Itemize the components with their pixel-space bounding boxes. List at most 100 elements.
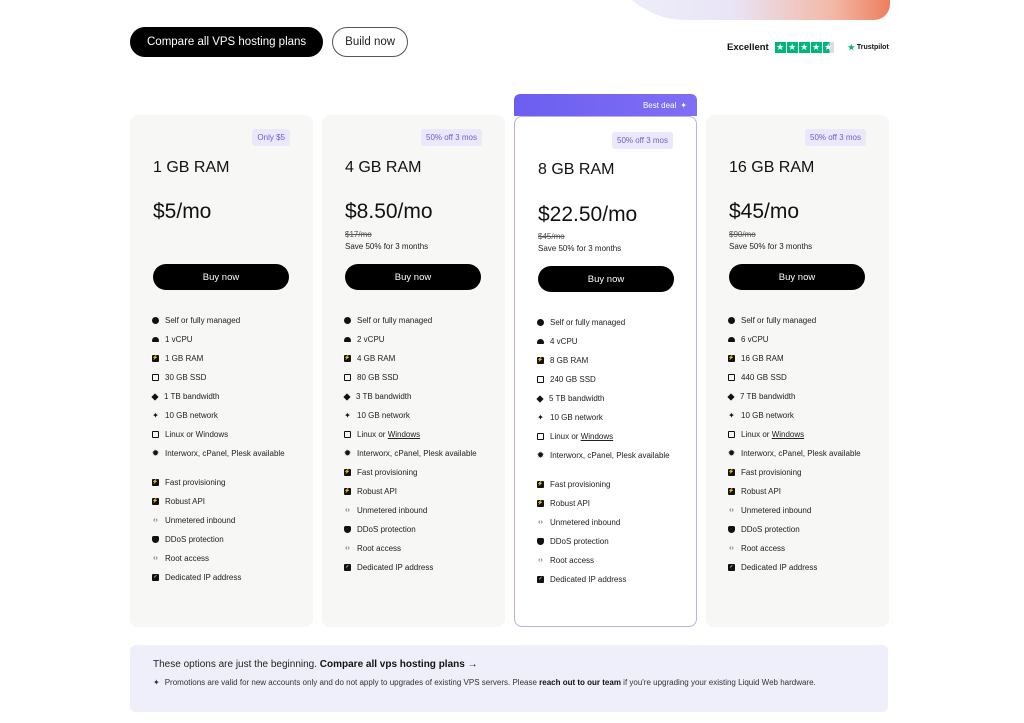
reach-out-link[interactable]: reach out to our team	[539, 678, 621, 687]
bandwidth-icon	[151, 393, 159, 401]
savings-text: Save 50% for 3 months	[729, 242, 813, 251]
feature-label: 3 TB bandwidth	[356, 392, 412, 401]
user-icon	[728, 317, 735, 324]
storage-icon	[152, 431, 159, 438]
original-price: $45/mo	[538, 232, 565, 241]
plan-card: 50% off 3 mos 16 GB RAM $45/mo $90/mo Save 5…	[706, 115, 889, 627]
shield-icon	[728, 526, 735, 533]
feature-item: ✦ 10 GB network	[728, 410, 878, 421]
compare-plans-button[interactable]: Compare all VPS hosting plans	[130, 27, 324, 57]
feature-item: 7 TB bandwidth	[727, 391, 878, 402]
feature-item: Self or fully managed	[537, 317, 687, 328]
feature-label: 440 GB SSD	[741, 373, 787, 382]
buy-now-button[interactable]: Buy now	[345, 264, 481, 290]
savings-text: Save 50% for 3 months	[345, 242, 429, 251]
windows-link[interactable]: Windows	[388, 430, 420, 439]
windows-link[interactable]: Windows	[581, 432, 613, 441]
original-price: $17/mo	[345, 230, 372, 239]
buy-now-button[interactable]: Buy now	[153, 264, 289, 290]
best-deal-banner: Best deal ✦	[514, 94, 697, 116]
code-icon: ‹›	[345, 507, 350, 514]
promo-note-text: Promotions are valid for new accounts on…	[164, 678, 816, 687]
bolt-icon: ⚡	[152, 479, 159, 486]
feature-item: ‹› Root access	[344, 543, 494, 554]
trustpilot-rating[interactable]: Excellent ★ ★ ★ ★ ★ ★ Trustpilot	[727, 42, 889, 53]
feature-item: ‹› Unmetered inbound	[537, 517, 687, 528]
bolt-icon: ⚡	[152, 498, 159, 505]
bolt-icon: ⚡	[537, 357, 544, 364]
feature-item: ‹› Root access	[152, 553, 302, 564]
feature-item: DDoS protection	[344, 524, 494, 535]
feature-item: 80 GB SSD	[344, 372, 494, 383]
best-deal-label: Best deal	[642, 100, 677, 110]
feature-label: Interworx, cPanel, Plesk available	[550, 451, 670, 460]
bolt-icon: ⚡	[537, 500, 544, 507]
feature-item: ✦ 10 GB network	[537, 412, 687, 423]
feature-item: 1 TB bandwidth	[151, 391, 302, 402]
plan-ram: 4 GB RAM	[345, 159, 422, 176]
plan-price: $22.50/mo	[538, 203, 638, 226]
compare-vps-plans-link[interactable]: Compare all vps hosting plans →	[320, 659, 478, 670]
feature-label: Linux or Windows	[357, 430, 421, 439]
feature-item: DDoS protection	[537, 536, 687, 547]
bolt-icon: ⚡	[728, 355, 735, 362]
cpu-icon	[537, 339, 544, 344]
feature-item: ‹› Unmetered inbound	[152, 515, 302, 526]
feature-item: 4 vCPU	[537, 336, 687, 347]
savings-text: Save 50% for 3 months	[538, 244, 622, 253]
bolt-icon: ⚡	[728, 469, 735, 476]
feature-label: 5 TB bandwidth	[549, 394, 605, 403]
feature-label: Root access	[741, 544, 786, 553]
feature-label: 1 TB bandwidth	[164, 392, 220, 401]
storage-icon	[344, 374, 351, 381]
feature-label: Linux or Windows	[550, 432, 614, 441]
buy-now-button[interactable]: Buy now	[729, 264, 865, 290]
feature-item: ✓ Dedicated IP address	[537, 574, 687, 585]
feature-label: Root access	[165, 554, 210, 563]
feature-label: Unmetered inbound	[741, 506, 812, 515]
feature-label: 10 GB network	[741, 411, 794, 420]
plan-card: 50% off 3 mos 4 GB RAM $8.50/mo $17/mo Save …	[322, 115, 505, 627]
promo-badge: 50% off 3 mos	[421, 129, 482, 146]
half-star-icon: ★	[822, 42, 834, 53]
gear-icon: ✹	[536, 450, 545, 460]
feature-item: ⚡ 16 GB RAM	[728, 353, 878, 364]
original-price: $90/mo	[729, 230, 756, 239]
feature-label: Robust API	[741, 487, 782, 496]
windows-link[interactable]: Windows	[772, 430, 804, 439]
feature-item: 5 TB bandwidth	[536, 393, 687, 404]
feature-item: Self or fully managed	[152, 315, 302, 326]
check-icon: ✓	[152, 574, 159, 581]
star-icon: ★	[786, 42, 798, 53]
plan-price: $45/mo	[729, 200, 800, 223]
buy-now-button[interactable]: Buy now	[538, 266, 674, 292]
feature-label: 1 GB RAM	[165, 354, 204, 363]
plan-ram: 1 GB RAM	[153, 159, 230, 176]
cpu-icon	[344, 337, 351, 342]
network-icon: ✦	[537, 413, 544, 422]
feature-label: Linux or Windows	[741, 430, 805, 439]
feature-item: 1 vCPU	[152, 334, 302, 345]
feature-item: ✦ 10 GB network	[344, 410, 494, 421]
feature-label: Fast provisioning	[357, 468, 418, 477]
feature-item: Self or fully managed	[344, 315, 494, 326]
feature-item: ⚡ 8 GB RAM	[537, 355, 687, 366]
build-now-button[interactable]: Build now	[332, 27, 409, 57]
bandwidth-icon	[343, 393, 351, 401]
feature-label: 2 vCPU	[357, 335, 385, 344]
feature-label: 30 GB SSD	[165, 373, 207, 382]
feature-item: ‹› Root access	[728, 543, 878, 554]
sparkle-icon: ✦	[153, 678, 160, 687]
feature-label: 10 GB network	[165, 411, 218, 420]
feature-item: 2 vCPU	[344, 334, 494, 345]
plan-card: 50% off 3 mos 8 GB RAM $22.50/mo $45/mo Save…	[514, 116, 697, 627]
feature-item: ⚡ Robust API	[728, 486, 878, 497]
feature-item: ✹ Interworx, cPanel, Plesk available	[152, 448, 302, 459]
user-icon	[344, 317, 351, 324]
feature-label: Unmetered inbound	[550, 518, 621, 527]
trustpilot-label: Excellent	[727, 42, 769, 53]
promo-badge: 50% off 3 mos	[805, 129, 866, 146]
feature-item: DDoS protection	[728, 524, 878, 535]
feature-item: DDoS protection	[152, 534, 302, 545]
feature-item: ⚡ Fast provisioning	[537, 479, 687, 490]
